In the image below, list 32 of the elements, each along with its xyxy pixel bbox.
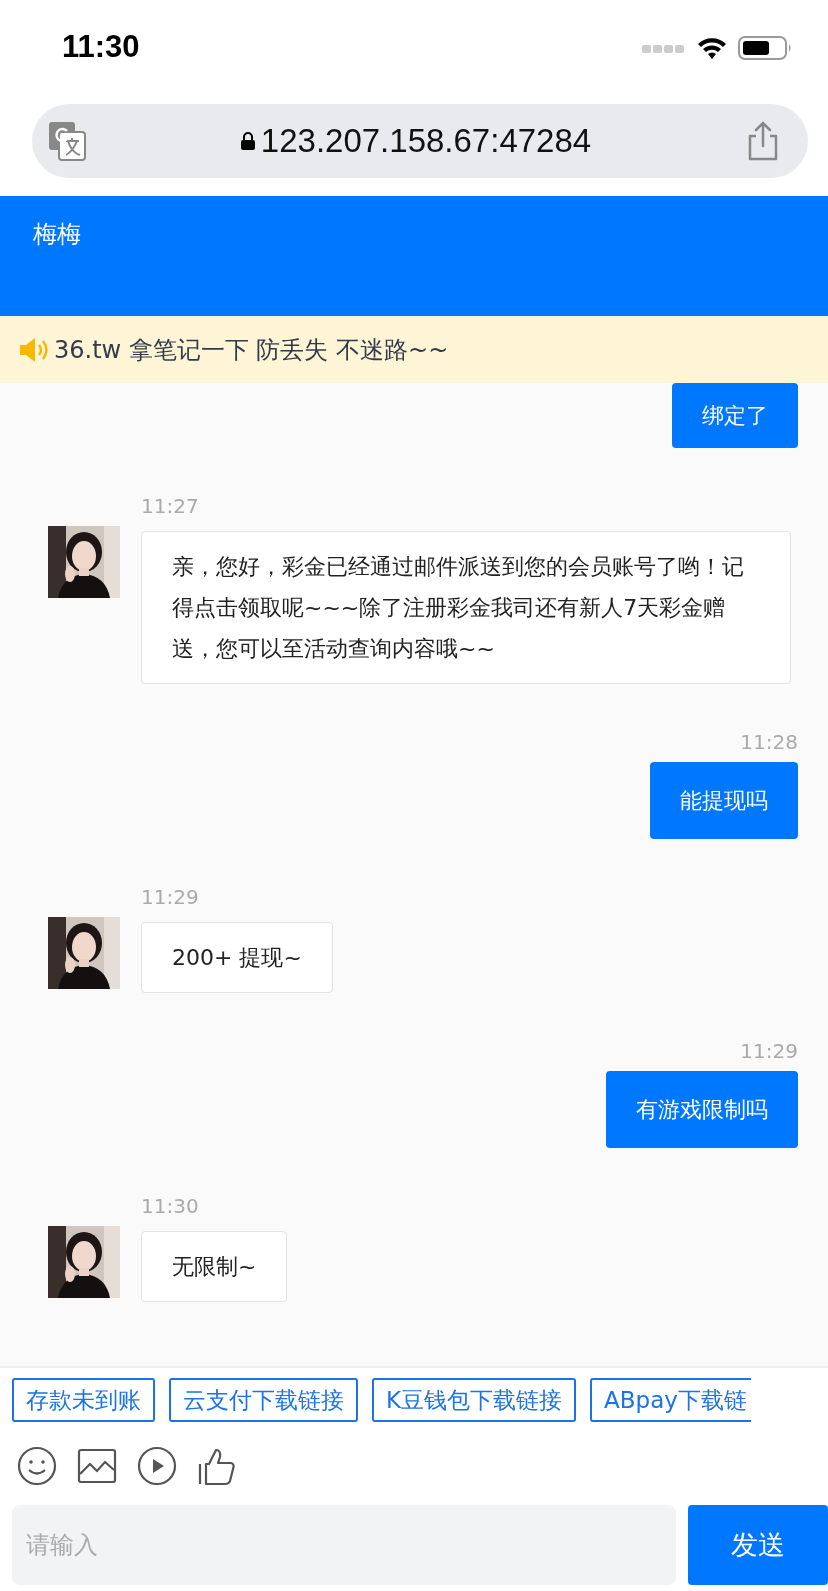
message-bubble: 绑定了 (672, 383, 798, 448)
message-bubble: 能提现吗 (650, 762, 798, 839)
image-icon[interactable] (77, 1448, 117, 1484)
wifi-icon (696, 36, 728, 60)
play-icon[interactable] (137, 1446, 177, 1486)
message-bubble: 200+ 提现~ (141, 922, 333, 993)
share-icon[interactable] (746, 121, 780, 161)
url-text: 123.207.158.67:47284 (260, 122, 592, 160)
notice-text: 36.tw 拿笔记一下 防丢失 不迷路~~ (54, 334, 449, 366)
message-bubble: 无限制~ (141, 1231, 288, 1302)
message-time: 11:28 (740, 730, 798, 754)
status-time: 11:30 (62, 29, 140, 65)
translate-icon[interactable] (48, 121, 86, 161)
message-time: 11:30 (140, 1194, 200, 1218)
quick-reply-button[interactable]: 云支付下载链接 (169, 1378, 358, 1422)
send-button[interactable]: 发送 (688, 1505, 828, 1585)
address-bar[interactable]: 123.207.158.67:47284 (32, 104, 808, 178)
message-input[interactable]: 请输入 (12, 1505, 676, 1585)
message-bubble: 亲，您好，彩金已经通过邮件派送到您的会员账号了哟！记得点击领取呢~~~除了注册彩金我司还有新人7天彩金赠送，您可以至活动查询内容哦~~ (141, 531, 791, 684)
quick-reply-button[interactable]: ABpay下载链 (590, 1378, 751, 1422)
emoji-icon[interactable] (17, 1446, 57, 1486)
message-time: 11:27 (140, 494, 200, 518)
quick-reply-button[interactable]: K豆钱包下载链接 (372, 1378, 577, 1422)
battery-icon (738, 36, 792, 60)
lock-icon (240, 132, 255, 150)
signal-icon (642, 43, 686, 53)
quick-reply-button[interactable]: 存款未到账 (12, 1378, 155, 1422)
message-time: 11:29 (740, 1039, 798, 1063)
message-time: 11:29 (140, 885, 200, 909)
thumbs-up-icon[interactable] (197, 1446, 237, 1486)
contact-name: 梅梅 (33, 220, 81, 248)
message-bubble: 有游戏限制吗 (606, 1071, 798, 1148)
